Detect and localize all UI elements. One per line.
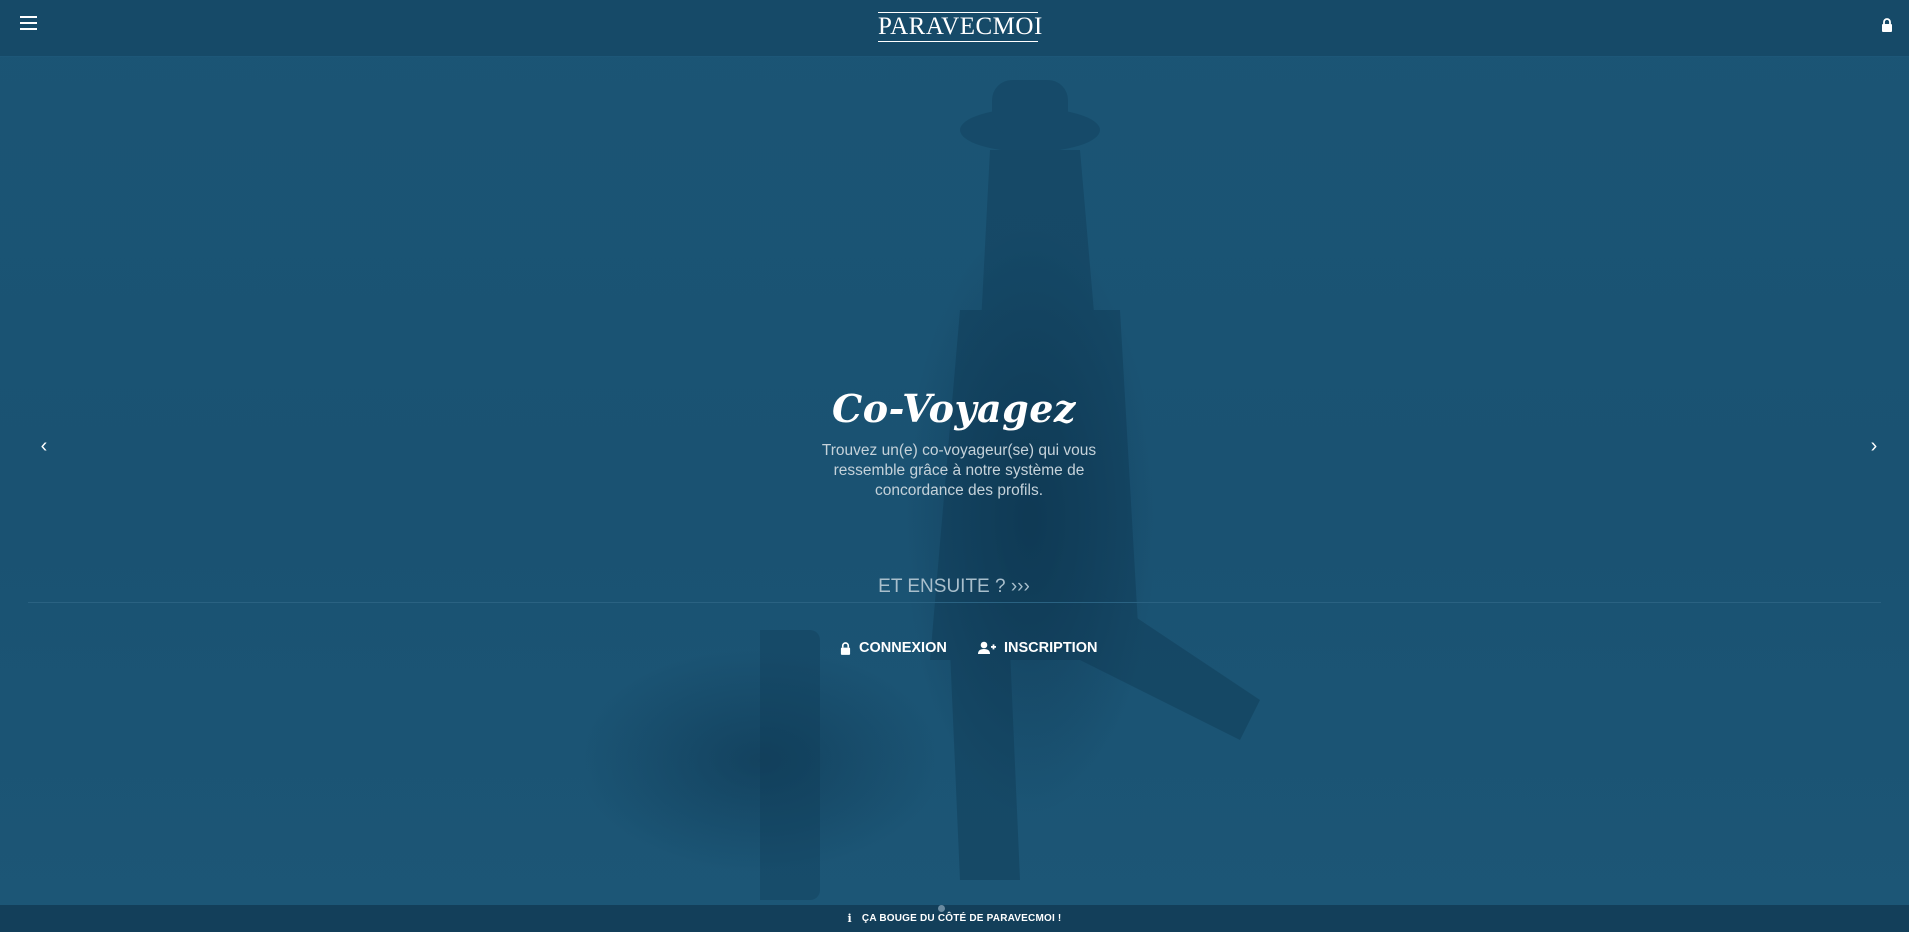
hamburger-menu-icon[interactable] [20, 16, 37, 31]
signup-button[interactable]: INSCRIPTION [978, 638, 1097, 658]
chevron-right-icon[interactable]: › [1864, 436, 1884, 456]
info-icon: i [847, 912, 852, 925]
slide-title: Co-Voyagez [832, 386, 1076, 431]
next-link[interactable]: ET ENSUITE ? ››› [804, 574, 1104, 600]
footer-bar: i ÇA BOUGE DU CÔTÉ DE PARAVECMOI ! [0, 905, 1909, 932]
login-label: CONNEXION [859, 640, 947, 656]
slide-description: Trouvez un(e) co-voyageur(se) qui vous r… [821, 442, 1097, 499]
news-label: ÇA BOUGE DU CÔTÉ DE PARAVECMOI ! [861, 913, 1062, 924]
lock-icon [840, 641, 851, 655]
top-navbar: PARAVECMOI [0, 0, 1909, 57]
login-button[interactable]: CONNEXION [840, 638, 947, 658]
signup-label: INSCRIPTION [1004, 640, 1098, 656]
add-user-icon [978, 641, 996, 654]
divider [28, 602, 1881, 603]
news-link[interactable]: i ÇA BOUGE DU CÔTÉ DE PARAVECMOI ! [848, 905, 1062, 932]
site-logo[interactable]: PARAVECMOI [878, 12, 1042, 42]
chevron-left-icon[interactable]: ‹ [34, 436, 54, 456]
lock-icon[interactable] [1881, 18, 1893, 32]
slider-indicator-dot[interactable] [938, 905, 945, 912]
